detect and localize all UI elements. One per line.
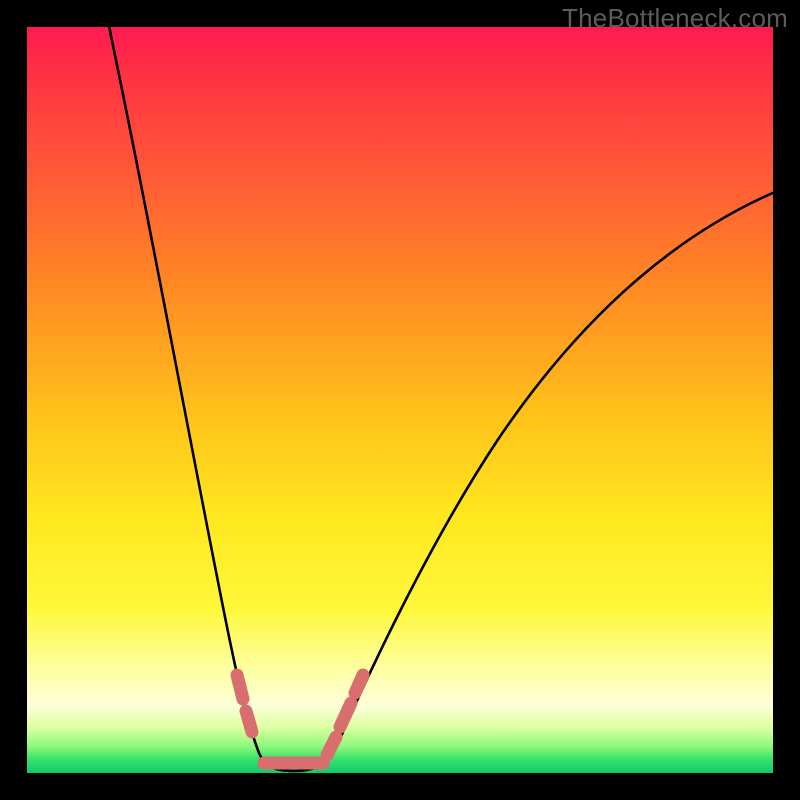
bottleneck-curve-svg [27, 27, 773, 773]
plot-area [27, 27, 773, 773]
min-region-markers [237, 675, 363, 763]
watermark-text: TheBottleneck.com [562, 3, 788, 34]
chart-frame: TheBottleneck.com [0, 0, 800, 800]
curve-left [105, 27, 293, 771]
